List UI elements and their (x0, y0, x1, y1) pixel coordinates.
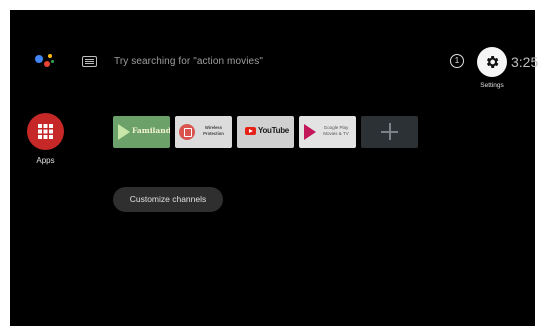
clock: 3:25 (511, 54, 539, 70)
settings-label: Settings (480, 82, 504, 89)
familand-play-icon (118, 124, 130, 140)
gear-icon (486, 56, 499, 68)
wireless-protection-icon (179, 124, 195, 140)
wireless-protection-label: Wireless Protection (203, 125, 224, 136)
google-play-movies-icon (304, 124, 316, 140)
familand-tile[interactable]: Familand (113, 116, 170, 148)
google-assistant-icon[interactable] (35, 52, 57, 70)
notification-icon[interactable]: 1 (450, 54, 464, 68)
google-play-movies-label: Google Play Movies & TV (323, 125, 349, 136)
apps-button[interactable] (27, 113, 64, 150)
keyboard-icon[interactable] (82, 56, 97, 67)
youtube-tile[interactable]: YouTube (237, 116, 294, 148)
apps-grid-icon (38, 124, 53, 139)
google-play-movies-tile[interactable]: Google Play Movies & TV (299, 116, 356, 148)
plus-icon (381, 123, 398, 140)
youtube-icon (245, 127, 256, 135)
search-hint[interactable]: Try searching for "action movies" (114, 56, 263, 67)
youtube-label: YouTube (258, 126, 289, 135)
apps-label: Apps (36, 156, 55, 165)
add-favorite-tile[interactable] (361, 116, 418, 148)
settings-button[interactable] (477, 47, 507, 77)
customize-channels-button[interactable]: Customize channels (113, 187, 223, 212)
wireless-protection-tile[interactable]: Wireless Protection (175, 116, 232, 148)
familand-label: Familand (132, 126, 170, 135)
